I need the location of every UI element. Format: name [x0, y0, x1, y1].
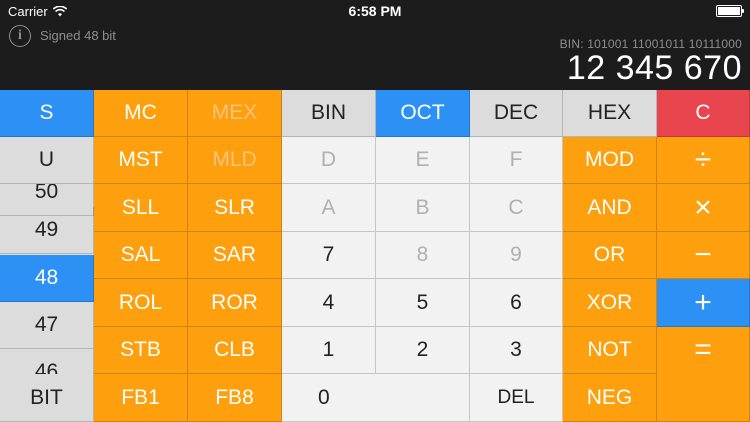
hex-key[interactable]: HEX: [563, 90, 657, 137]
mod-key[interactable]: MOD: [563, 137, 657, 184]
signed-key[interactable]: S: [0, 90, 94, 137]
digit-b-key[interactable]: B: [376, 184, 470, 232]
plus-icon: +: [694, 285, 712, 319]
digit-c-key[interactable]: C: [470, 184, 563, 232]
digit-9-key[interactable]: 9: [470, 232, 563, 279]
display-value: 12 345 670: [566, 49, 742, 87]
mex-key[interactable]: MEX: [188, 90, 282, 137]
plus-key[interactable]: +: [657, 279, 750, 327]
digit-2-key[interactable]: 2: [376, 327, 470, 374]
sll-key[interactable]: SLL: [94, 184, 188, 232]
bin-key[interactable]: BIN: [282, 90, 376, 137]
multiply-key[interactable]: ×: [657, 184, 750, 232]
and-key[interactable]: AND: [563, 184, 657, 232]
digit-e-key[interactable]: E: [376, 137, 470, 184]
clock: 6:58 PM: [348, 3, 402, 19]
digit-f-key[interactable]: F: [470, 137, 563, 184]
digit-7-key[interactable]: 7: [282, 232, 376, 279]
neg-key[interactable]: NEG: [563, 374, 657, 422]
minus-key[interactable]: −: [657, 232, 750, 279]
oct-key[interactable]: OCT: [376, 90, 470, 137]
slr-key[interactable]: SLR: [188, 184, 282, 232]
mc-key[interactable]: MC: [94, 90, 188, 137]
divide-icon: ÷: [694, 143, 712, 176]
battery-icon: [716, 5, 744, 17]
mld-key[interactable]: MLD: [188, 137, 282, 184]
digit-1-key[interactable]: 1: [282, 327, 376, 374]
not-key[interactable]: NOT: [563, 327, 657, 374]
equals-key[interactable]: =: [657, 327, 750, 422]
digit-6-key[interactable]: 6: [470, 279, 563, 327]
or-key[interactable]: OR: [563, 232, 657, 279]
divide-key[interactable]: ÷: [657, 137, 750, 184]
keypad: S U 50 49 48 47 46 BIT MC MEX MST MLD SL…: [0, 90, 750, 422]
digit-8-key[interactable]: 8: [376, 232, 470, 279]
stb-key[interactable]: STB: [94, 327, 188, 374]
sal-key[interactable]: SAL: [94, 232, 188, 279]
minus-icon: −: [694, 238, 712, 271]
sar-key[interactable]: SAR: [188, 232, 282, 279]
multiply-icon: ×: [694, 190, 712, 224]
bit-option-selected[interactable]: 48: [0, 255, 94, 302]
bit-key[interactable]: BIT: [0, 374, 94, 422]
clear-key[interactable]: C: [657, 90, 750, 137]
dec-key[interactable]: DEC: [470, 90, 563, 137]
digit-0-key[interactable]: 0: [282, 374, 470, 422]
bit-option[interactable]: 46: [0, 349, 94, 374]
status-bar: Carrier 6:58 PM: [0, 0, 750, 22]
xor-key[interactable]: XOR: [563, 279, 657, 327]
mst-key[interactable]: MST: [94, 137, 188, 184]
info-icon[interactable]: i: [9, 25, 31, 47]
digit-d-key[interactable]: D: [282, 137, 376, 184]
fb8-key[interactable]: FB8: [188, 374, 282, 422]
digit-a-key[interactable]: A: [282, 184, 376, 232]
bit-option[interactable]: 49: [0, 207, 94, 254]
clb-key[interactable]: CLB: [188, 327, 282, 374]
fb1-key[interactable]: FB1: [94, 374, 188, 422]
digit-5-key[interactable]: 5: [376, 279, 470, 327]
delete-key[interactable]: DEL: [470, 374, 563, 422]
ror-key[interactable]: ROR: [188, 279, 282, 327]
unsigned-key[interactable]: U: [0, 137, 94, 184]
mode-label: Signed 48 bit: [40, 28, 116, 43]
bit-option[interactable]: 47: [0, 302, 94, 349]
equals-icon: =: [694, 333, 712, 366]
digit-3-key[interactable]: 3: [470, 327, 563, 374]
digit-4-key[interactable]: 4: [282, 279, 376, 327]
rol-key[interactable]: ROL: [94, 279, 188, 327]
